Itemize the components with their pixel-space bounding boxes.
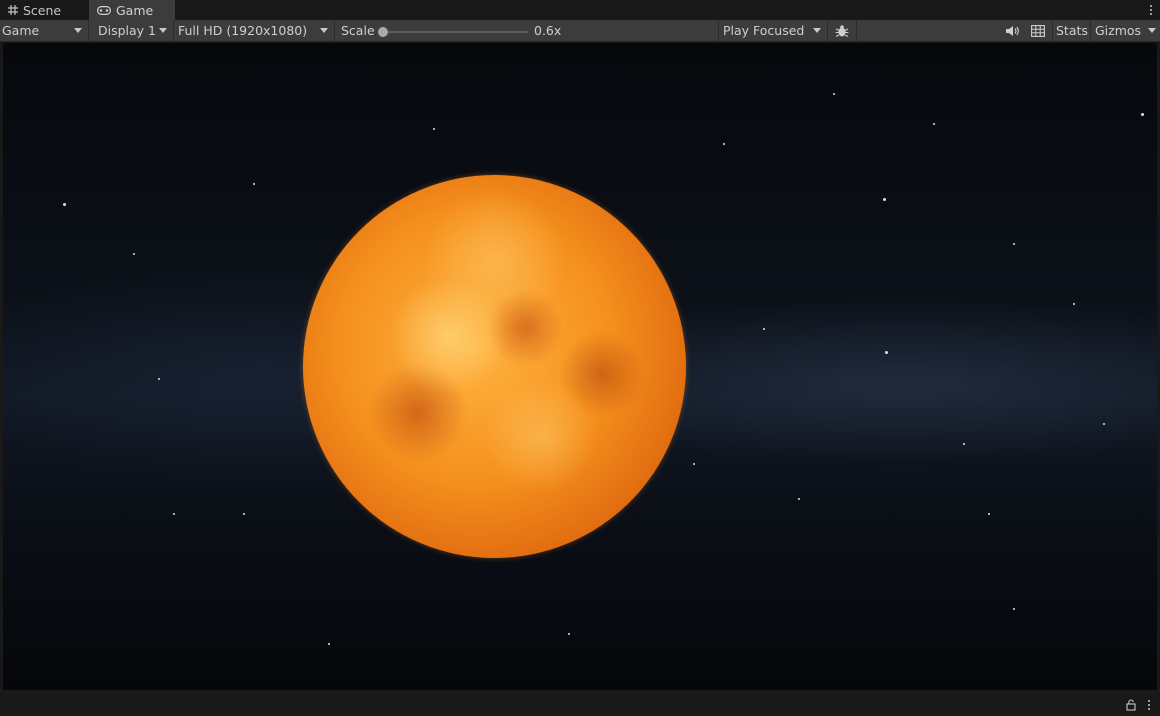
- star: [433, 128, 435, 130]
- star: [988, 513, 990, 515]
- star: [568, 633, 570, 635]
- grid-icon: [8, 5, 18, 15]
- display-label: Display 1: [98, 23, 157, 38]
- star: [63, 203, 66, 206]
- star: [253, 183, 255, 185]
- resolution-label: Full HD (1920x1080): [178, 23, 308, 38]
- star: [173, 513, 175, 515]
- star: [883, 198, 886, 201]
- star: [243, 513, 245, 515]
- tab-scene-label: Scene: [23, 2, 62, 18]
- star: [885, 351, 888, 354]
- toolbar-divider: [856, 20, 857, 41]
- grid-layout-icon[interactable]: [1026, 20, 1050, 41]
- star: [933, 123, 935, 125]
- star: [328, 643, 330, 645]
- tab-game-label: Game: [116, 2, 154, 18]
- star: [798, 498, 800, 500]
- speaker-icon[interactable]: [1000, 20, 1024, 41]
- view-mode-label: Game: [2, 23, 40, 38]
- star: [133, 253, 135, 255]
- star: [1073, 303, 1075, 305]
- chevron-down-icon: [813, 28, 821, 33]
- star: [158, 378, 160, 380]
- star: [693, 463, 695, 465]
- kebab-menu-icon[interactable]: [1148, 2, 1154, 18]
- scale-label: Scale: [341, 23, 375, 38]
- game-viewport[interactable]: [3, 43, 1157, 690]
- toolbar-divider: [827, 20, 828, 41]
- lock-icon[interactable]: [1126, 699, 1136, 711]
- star: [723, 143, 725, 145]
- star: [963, 443, 965, 445]
- view-mode-dropdown[interactable]: Game: [0, 20, 88, 41]
- scale-slider-handle[interactable]: [378, 27, 388, 37]
- tab-scene[interactable]: Scene: [0, 0, 86, 20]
- scale-value: 0.6x: [534, 23, 562, 38]
- star: [1141, 113, 1144, 116]
- gizmos-dropdown[interactable]: [1142, 20, 1160, 41]
- resolution-dropdown[interactable]: Full HD (1920x1080): [174, 20, 334, 41]
- play-mode-label: Play Focused: [723, 23, 805, 38]
- star: [833, 93, 835, 95]
- chevron-down-icon: [1148, 28, 1156, 33]
- game-view-toolbar: Game Display 1 Full HD (1920x1080) Scale…: [0, 20, 1160, 42]
- star: [1103, 423, 1105, 425]
- sun-sphere: [303, 175, 686, 558]
- scale-slider-track[interactable]: [383, 31, 528, 33]
- chevron-down-icon: [74, 28, 82, 33]
- star: [763, 328, 765, 330]
- gamepad-icon: [97, 5, 111, 15]
- chevron-down-icon: [320, 28, 328, 33]
- chevron-down-icon: [159, 28, 167, 33]
- display-dropdown[interactable]: Display 1: [89, 20, 173, 41]
- kebab-menu-icon[interactable]: [1146, 698, 1152, 712]
- toolbar-divider: [334, 20, 335, 41]
- bug-icon[interactable]: [830, 20, 854, 41]
- toolbar-divider: [1090, 20, 1091, 41]
- gizmos-button[interactable]: Gizmos: [1095, 20, 1141, 41]
- star: [1013, 243, 1015, 245]
- star: [1013, 608, 1015, 610]
- status-bar: [0, 694, 1160, 716]
- play-mode-dropdown[interactable]: Play Focused: [719, 20, 827, 41]
- stats-button[interactable]: Stats: [1056, 20, 1088, 41]
- editor-tab-strip: Scene Game: [0, 0, 1160, 20]
- tab-game[interactable]: Game: [89, 0, 175, 20]
- toolbar-divider: [1052, 20, 1053, 41]
